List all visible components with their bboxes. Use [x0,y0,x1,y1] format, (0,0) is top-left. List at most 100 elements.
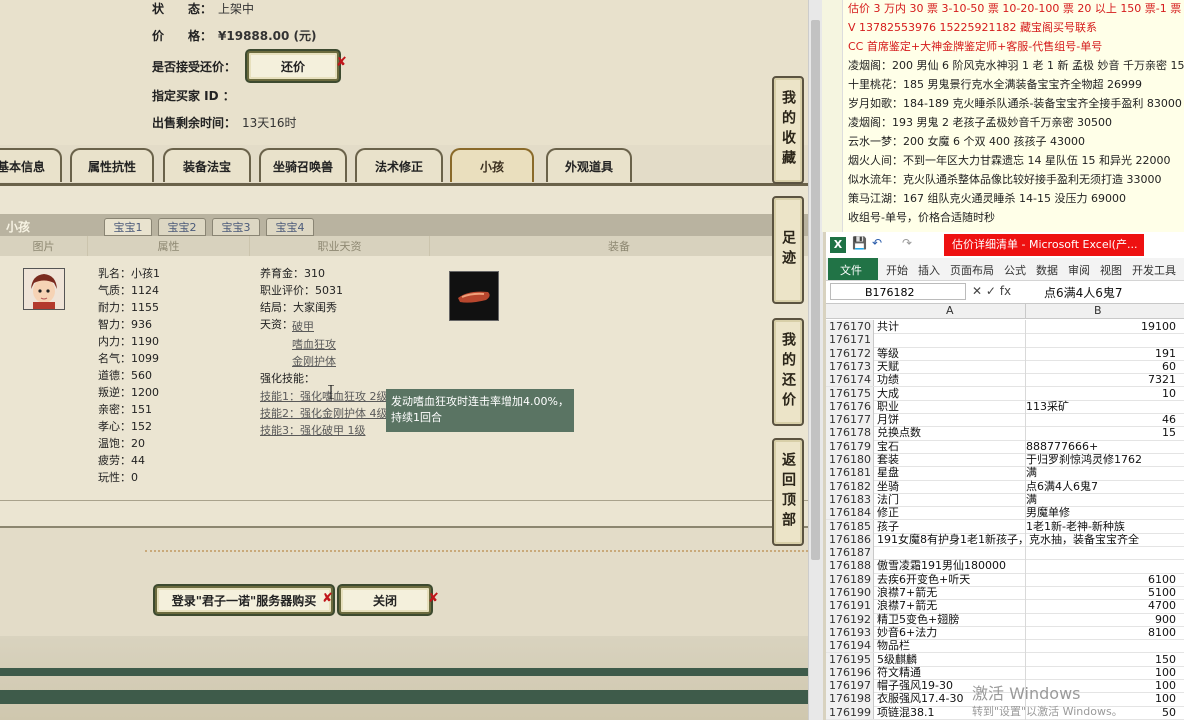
cell-a[interactable]: 宝石 [877,440,1025,453]
row-number[interactable]: 176180 [826,453,874,467]
cell-b[interactable]: 于归罗刹惊鸿灵修1762 [1026,453,1176,466]
table-row[interactable]: 176184 修正 男魔单修 [826,506,1184,521]
ribbon-tab-home[interactable]: 开始 [886,262,908,278]
row-number[interactable]: 176188 [826,559,874,573]
cell-a[interactable]: 等级 [877,347,1025,360]
tab-basic-info[interactable]: 基本信息 [0,148,62,182]
row-number[interactable]: 176183 [826,492,874,507]
back-to-top-button[interactable]: 返回顶部 [772,438,804,546]
cell-a[interactable]: 浪襟7+箭无 [877,599,1025,612]
ribbon-tab-formulas[interactable]: 公式 [1004,262,1026,278]
table-row[interactable]: 176171 [826,333,1184,348]
row-number[interactable]: 176187 [826,546,874,560]
cell-a[interactable]: 共计 [877,320,1025,333]
table-row[interactable]: 176181 星盘满 [826,466,1184,481]
formula-input[interactable]: 点6满4人6鬼7 [1044,284,1123,301]
cell-a[interactable]: 5级麒麟 [877,653,1025,666]
row-number[interactable]: 176181 [826,466,874,480]
row-number[interactable]: 176178 [826,426,874,440]
row-number[interactable]: 176196 [826,665,874,680]
cell-a[interactable]: 月饼 [877,413,1025,426]
tab-attributes[interactable]: 属性抗性 [70,148,154,182]
row-number[interactable]: 176198 [826,692,874,706]
close-button[interactable]: 关闭 [339,586,431,614]
talent-link[interactable]: 嗜血狂攻 [292,336,336,352]
table-row[interactable]: 176186 191女魔8有护身1老1新孩子，克水抽，装备宝宝齐全 [826,532,1184,548]
scrollbar-thumb[interactable] [811,20,820,560]
cell-b[interactable]: 4700 [1026,599,1176,612]
name-box[interactable]: B176182 [830,283,966,300]
tab-baby-3[interactable]: 宝宝3 [212,218,260,236]
cell-a[interactable]: 孩子 [877,520,1025,533]
table-row[interactable]: 176175 大成 10 [826,386,1184,401]
cell-a[interactable]: 天赋 [877,360,1025,373]
skill-link[interactable]: 技能3：强化破甲 1级 [260,422,366,438]
cell-a[interactable]: 套装 [877,453,1025,466]
save-icon[interactable]: 💾 [852,236,867,250]
ribbon-tab-developer[interactable]: 开发工具 [1132,262,1176,278]
talent-link[interactable]: 金刚护体 [292,353,336,369]
cell-b[interactable]: 19100 [1026,320,1176,333]
tab-baby-2[interactable]: 宝宝2 [158,218,206,236]
tab-baby-4[interactable]: 宝宝4 [266,218,314,236]
column-a-header[interactable]: A [946,304,954,317]
cell-a[interactable]: 大成 [877,387,1025,400]
cell-b[interactable]: 888777666+ [1026,440,1176,453]
cell-b[interactable]: 满 [1026,493,1176,506]
cell-a[interactable]: 星盘 [877,466,1025,479]
table-row[interactable]: 176182 坐骑 点6满4人6鬼7 [826,479,1184,494]
skill-link[interactable]: 技能2：强化金刚护体 4级 [260,405,388,421]
cell-b[interactable]: 15 [1026,426,1176,439]
my-counteroffers-button[interactable]: 我的还价 [772,318,804,426]
row-number[interactable]: 176197 [826,679,874,693]
table-row[interactable]: 176174 功绩 7321 [826,373,1184,388]
row-number[interactable]: 176199 [826,705,874,719]
cell-a[interactable]: 坐骑 [877,480,1025,493]
cell-b[interactable]: 满 [1026,466,1176,479]
cell-b[interactable]: 113采矿 [1026,400,1176,413]
table-row[interactable]: 176178 兑换点数 15 [826,426,1184,441]
equipment-slot[interactable] [449,271,499,321]
formula-icons[interactable]: ✕ ✓ fx [972,284,1011,298]
undo-icon[interactable]: ↶ [872,236,882,250]
table-row[interactable]: 176189 去疾6开变色+听天 6100 [826,572,1184,587]
cell-a[interactable]: 191女魔8有护身1老1新孩子，克水抽，装备宝宝齐全 [877,533,1139,546]
redo-icon[interactable]: ↷ [902,236,912,250]
tab-mounts[interactable]: 坐骑召唤兽 [259,148,347,182]
tab-appearance[interactable]: 外观道具 [546,148,632,182]
cell-b[interactable]: 900 [1026,613,1176,626]
login-buy-button[interactable]: 登录"君子一诺"服务器购买 [155,586,333,614]
table-row[interactable]: 176191 浪襟7+箭无 4700 [826,599,1184,614]
cell-a[interactable]: 修正 [877,506,1025,519]
table-row[interactable]: 176179 宝石 888777666+ [826,439,1184,454]
table-row[interactable]: 176185 孩子 1老1新-老神-新种族 [826,519,1184,534]
cell-b[interactable]: 46 [1026,413,1176,426]
row-number[interactable]: 176186 [826,532,874,547]
row-number[interactable]: 176193 [826,625,874,640]
cell-a[interactable]: 法门 [877,493,1025,506]
table-row[interactable]: 176194 物品栏 [826,639,1184,654]
tab-child[interactable]: 小孩 [450,148,534,182]
column-b-header[interactable]: B [1094,304,1102,317]
cell-b[interactable]: 60 [1026,360,1176,373]
row-number[interactable]: 176176 [826,399,874,414]
cell-b[interactable]: 6100 [1026,573,1176,586]
ribbon-tab-file[interactable]: 文件 [840,262,862,278]
row-number[interactable]: 176192 [826,612,874,626]
row-number[interactable]: 176171 [826,333,874,347]
row-number[interactable]: 176190 [826,586,874,600]
row-number[interactable]: 176194 [826,639,874,653]
tab-spells[interactable]: 法术修正 [355,148,443,182]
ribbon-tab-review[interactable]: 审阅 [1068,262,1090,278]
table-row[interactable]: 176188 傲雪凌霜191男仙180000 [826,559,1184,574]
cell-a[interactable]: 精卫5变色+翅膀 [877,613,1025,626]
cell-b[interactable]: 5100 [1026,586,1176,599]
table-row[interactable]: 176170 共计 19100 [826,320,1184,335]
skill-link[interactable]: 技能1：强化嗜血狂攻 2级 [260,388,388,404]
cell-b[interactable]: 8100 [1026,626,1176,639]
row-number[interactable]: 176175 [826,386,874,400]
ribbon-tab-insert[interactable]: 插入 [918,262,940,278]
cell-a[interactable]: 符文精通 [877,666,1025,679]
tab-equipment[interactable]: 装备法宝 [163,148,251,182]
row-number[interactable]: 176173 [826,359,874,374]
